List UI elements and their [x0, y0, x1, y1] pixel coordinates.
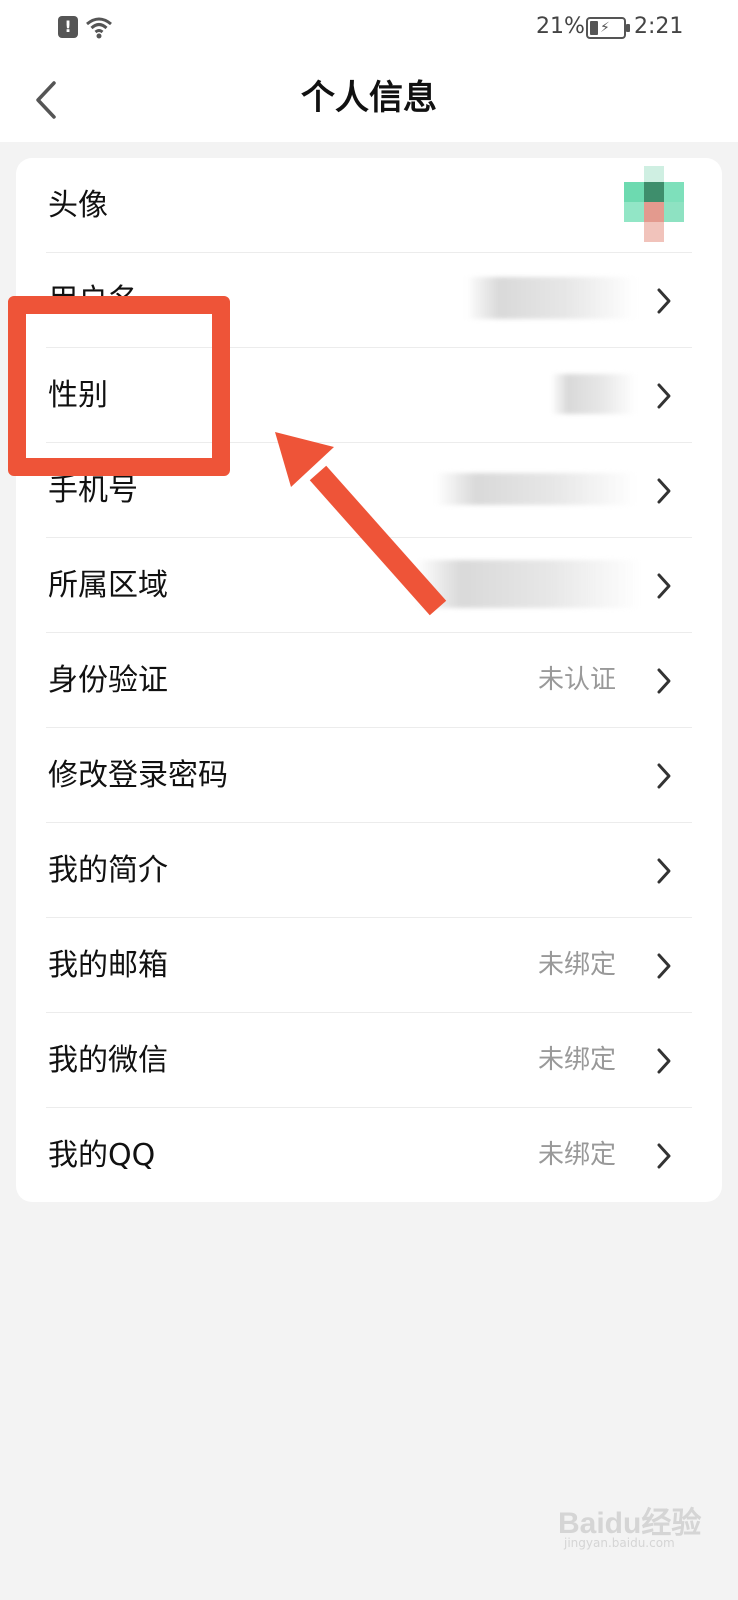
row-label: 我的QQ: [48, 1138, 156, 1173]
row-label: 修改登录密码: [48, 758, 228, 793]
blurred-value: [551, 374, 636, 414]
clock: 2:21: [634, 14, 684, 39]
chevron-right-icon: [657, 763, 671, 789]
chevron-right-icon: [657, 1048, 671, 1074]
page-title: 个人信息: [301, 78, 437, 118]
chevron-right-icon: [657, 1143, 671, 1169]
row-change-password[interactable]: 修改登录密码: [16, 728, 722, 823]
row-value: 未认证: [537, 665, 616, 695]
top-bar: ! 21% ⚡ 2:21 个人信息: [0, 0, 738, 142]
row-identity-verification[interactable]: 身份验证 未认证: [16, 633, 722, 728]
chevron-right-icon: [657, 858, 671, 884]
chevron-right-icon: [657, 573, 671, 599]
status-bar: ! 21% ⚡ 2:21: [0, 0, 738, 56]
battery-percent: 21%: [536, 14, 585, 39]
row-label: 我的简介: [48, 853, 168, 888]
blurred-value: [416, 560, 641, 608]
battery-icon: ⚡: [586, 17, 630, 39]
row-value: 未绑定: [537, 950, 616, 980]
row-label: 我的微信: [48, 1043, 168, 1078]
chevron-right-icon: [657, 953, 671, 979]
watermark-url: jingyan.baidu.com: [564, 1536, 675, 1550]
watermark: Baidu经验 jingyan.baidu.com: [558, 1490, 728, 1550]
row-email[interactable]: 我的邮箱 未绑定: [16, 918, 722, 1013]
row-wechat[interactable]: 我的微信 未绑定: [16, 1013, 722, 1108]
wifi-icon: [86, 17, 112, 39]
chevron-right-icon: [657, 668, 671, 694]
row-label: 所属区域: [48, 568, 168, 603]
row-region[interactable]: 所属区域: [16, 538, 722, 633]
chevron-right-icon: [657, 478, 671, 504]
chevron-right-icon: [657, 288, 671, 314]
avatar: [624, 166, 696, 246]
blurred-value: [466, 277, 636, 319]
row-label: 我的邮箱: [48, 948, 168, 983]
highlight-box: [8, 296, 230, 476]
row-avatar[interactable]: 头像: [16, 158, 722, 253]
row-value: 未绑定: [537, 1140, 616, 1170]
row-qq[interactable]: 我的QQ 未绑定: [16, 1108, 722, 1203]
row-label: 头像: [48, 188, 108, 223]
row-value: 未绑定: [537, 1045, 616, 1075]
chevron-right-icon: [657, 383, 671, 409]
row-label: 身份验证: [48, 663, 168, 698]
blurred-value: [436, 473, 636, 505]
row-bio[interactable]: 我的简介: [16, 823, 722, 918]
alert-icon: !: [58, 16, 78, 38]
